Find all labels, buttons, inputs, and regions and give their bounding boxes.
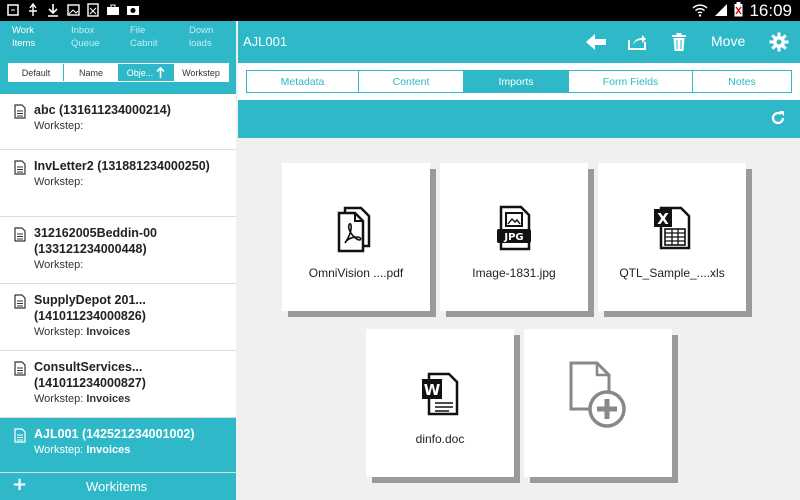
item-workstep: Workstep: Invoices [34, 393, 131, 405]
item-workstep: Workstep: Invoices [34, 444, 131, 456]
status-bar: 16:09 [0, 0, 800, 21]
sort-object-label: Obje... [126, 67, 154, 78]
spreadsheet-icon [86, 3, 100, 17]
item-title: 312162005Beddin-00 (133121234000448) [34, 226, 157, 256]
add-file-icon [524, 359, 672, 431]
document-icon [14, 294, 26, 309]
refresh-icon[interactable] [770, 110, 786, 130]
xls-file-icon: X [598, 203, 746, 253]
doc-file-icon: W [366, 369, 514, 419]
list-item[interactable]: ConsultServices... (141011234000827) Wor… [0, 351, 236, 418]
detail-panel: AJL001 Move Metadata Content Imports For… [238, 21, 800, 500]
tab-notes[interactable]: Notes [693, 71, 791, 92]
battery-icon [734, 1, 743, 21]
jpg-file-icon: JPG [440, 203, 588, 253]
add-file-card[interactable] [524, 329, 672, 477]
item-title: abc (131611234000214) [34, 103, 171, 117]
gear-icon[interactable] [768, 31, 790, 53]
item-workstep: Workstep: [34, 176, 84, 188]
nav-tab-inbox-queue[interactable]: Inbox Queue [59, 24, 118, 54]
left-footer: + Workitems [0, 473, 236, 500]
svg-text:W: W [424, 381, 441, 399]
workitem-list: abc (131611234000214) Workstep: InvLette… [0, 94, 236, 473]
left-header: Work Items Inbox Queue File Cabnit Down … [0, 21, 236, 94]
file-name: QTL_Sample_....xls [619, 266, 725, 280]
document-icon [14, 361, 26, 376]
share-icon[interactable] [626, 31, 648, 53]
nav-tab-work-items[interactable]: Work Items [0, 24, 59, 54]
detail-tabs: Metadata Content Imports Form Fields Not… [246, 70, 792, 93]
sort-default-button[interactable]: Default [9, 64, 64, 81]
imports-toolbar [238, 100, 800, 138]
file-card-jpg[interactable]: JPG Image-1831.jpg [440, 163, 588, 311]
document-icon [14, 104, 26, 119]
sort-workstep-button[interactable]: Workstep [174, 64, 228, 81]
document-icon [14, 428, 26, 443]
nav-tab-file-cabinet[interactable]: File Cabnit [118, 24, 177, 54]
clock-time: 16:09 [749, 1, 792, 20]
item-workstep: Workstep: [34, 259, 84, 271]
list-item[interactable]: abc (131611234000214) Workstep: [0, 94, 236, 150]
action-bar: AJL001 Move [238, 21, 800, 63]
document-icon [14, 160, 26, 175]
item-workstep: Workstep: [34, 120, 84, 132]
list-item[interactable]: 312162005Beddin-00 (133121234000448) Wor… [0, 217, 236, 284]
workitems-panel: Work Items Inbox Queue File Cabnit Down … [0, 21, 236, 500]
camera-icon [126, 3, 140, 17]
tab-imports[interactable]: Imports [464, 71, 569, 92]
briefcase-icon [106, 3, 120, 17]
svg-text:X: X [657, 210, 669, 228]
file-name: Image-1831.jpg [472, 266, 556, 280]
image-icon [66, 3, 80, 17]
nav-tabs: Work Items Inbox Queue File Cabnit Down … [0, 24, 236, 54]
move-button[interactable]: Move [711, 33, 745, 49]
tab-form-fields[interactable]: Form Fields [569, 71, 693, 92]
list-item[interactable]: SupplyDepot 201... (141011234000826) Wor… [0, 284, 236, 351]
file-card-doc[interactable]: W dinfo.doc [366, 329, 514, 477]
item-title: SupplyDepot 201... (141011234000826) [34, 293, 146, 323]
item-title: AJL001 (142521234001002) [34, 427, 195, 441]
download-icon [46, 3, 60, 17]
file-name: dinfo.doc [415, 432, 465, 446]
svg-text:JPG: JPG [503, 232, 523, 243]
sort-name-label: Name [78, 67, 103, 78]
pdf-file-icon [282, 203, 430, 253]
notification-icon [6, 3, 20, 17]
add-workitem-button[interactable]: + [12, 474, 27, 495]
file-card-pdf[interactable]: OmniVision ....pdf [282, 163, 430, 311]
page-title: AJL001 [243, 34, 288, 49]
nav-tab-downloads[interactable]: Down loads [177, 24, 236, 54]
sort-default-label: Default [21, 67, 51, 78]
tab-metadata[interactable]: Metadata [247, 71, 359, 92]
wifi-icon [692, 2, 708, 21]
sort-workstep-label: Workstep [182, 67, 220, 78]
sort-bar: Default Name Obje... Workstep [8, 63, 229, 82]
tab-content[interactable]: Content [359, 71, 464, 92]
file-name: OmniVision ....pdf [308, 266, 404, 280]
sort-name-button[interactable]: Name [64, 64, 119, 81]
arrow-up-icon [156, 67, 165, 78]
back-arrow-icon[interactable] [585, 31, 607, 53]
sort-object-button[interactable]: Obje... [119, 64, 174, 81]
item-workstep: Workstep: Invoices [34, 326, 131, 338]
document-icon [14, 227, 26, 242]
list-item-selected[interactable]: AJL001 (142521234001002) Workstep: Invoi… [0, 418, 236, 473]
trash-icon[interactable] [668, 31, 690, 53]
workitems-label: Workitems [86, 479, 148, 494]
tab-row: Metadata Content Imports Form Fields Not… [238, 63, 800, 100]
signal-icon [714, 2, 728, 21]
item-title: ConsultServices... (141011234000827) [34, 360, 146, 390]
file-card-xls[interactable]: X QTL_Sample_....xls [598, 163, 746, 311]
item-title: InvLetter2 (131881234000250) [34, 159, 210, 173]
usb-icon [26, 3, 40, 17]
list-item[interactable]: InvLetter2 (131881234000250) Workstep: [0, 150, 236, 217]
